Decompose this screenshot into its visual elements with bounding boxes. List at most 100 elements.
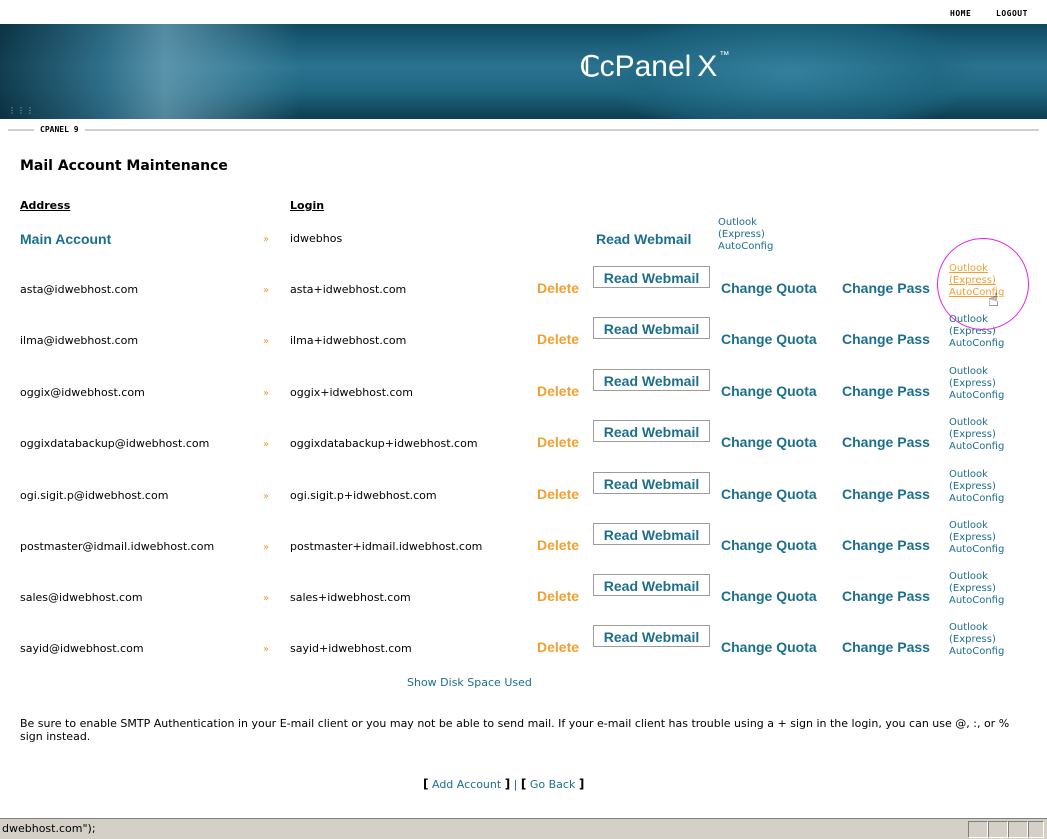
outlook-autoconfig-link[interactable]: Outlook (Express) AutoConfig bbox=[949, 417, 1004, 453]
read-webmail-button[interactable]: Read Webmail bbox=[593, 523, 710, 545]
change-pass-link[interactable]: Change Pass bbox=[842, 331, 930, 347]
main-account-label: Main Account bbox=[20, 231, 112, 247]
account-login: oggixdatabackup+idwebhost.com bbox=[290, 437, 478, 450]
read-webmail-button[interactable]: Read Webmail bbox=[593, 266, 710, 288]
change-pass-link[interactable]: Change Pass bbox=[842, 486, 930, 502]
account-login: sales+idwebhost.com bbox=[290, 591, 411, 604]
account-address: ogi.sigit.p@idwebhost.com bbox=[20, 489, 169, 502]
read-webmail-button[interactable]: Read Webmail bbox=[593, 317, 710, 339]
change-quota-link[interactable]: Change Quota bbox=[721, 434, 817, 450]
cpanel-logo-icon: ℂ bbox=[580, 51, 600, 82]
account-login: postmaster+idmail.idwebhost.com bbox=[290, 540, 483, 553]
change-quota-link[interactable]: Change Quota bbox=[721, 486, 817, 502]
change-quota-link[interactable]: Change Quota bbox=[721, 537, 817, 553]
change-quota-link[interactable]: Change Quota bbox=[721, 639, 817, 655]
status-bar: dwebhost.com"); bbox=[0, 818, 1047, 839]
main-outlook-autoconfig-link[interactable]: Outlook (Express) AutoConfig bbox=[718, 217, 773, 253]
status-cell bbox=[1008, 821, 1028, 838]
change-pass-link[interactable]: Change Pass bbox=[842, 639, 930, 655]
arrow-icon: » bbox=[263, 234, 270, 245]
delete-link[interactable]: Delete bbox=[537, 280, 579, 296]
delete-link[interactable]: Delete bbox=[537, 331, 579, 347]
arrow-icon: » bbox=[263, 336, 270, 347]
change-quota-link[interactable]: Change Quota bbox=[721, 588, 817, 604]
arrow-icon: » bbox=[263, 285, 270, 296]
tab-divider bbox=[8, 129, 1039, 131]
account-row: sayid@idwebhost.com » sayid+idwebhost.com D… bbox=[0, 622, 1047, 675]
main-account-login: idwebhos bbox=[290, 232, 343, 245]
account-row: sales@idwebhost.com » sales+idwebhost.com D… bbox=[0, 571, 1047, 624]
account-row: oggixdatabackup@idwebhost.com » oggixdatab… bbox=[0, 417, 1047, 470]
change-pass-link[interactable]: Change Pass bbox=[842, 434, 930, 450]
add-account-link[interactable]: Add Account bbox=[432, 778, 501, 791]
home-link[interactable]: HOME bbox=[950, 9, 971, 18]
main-read-webmail-link[interactable]: Read Webmail bbox=[596, 231, 691, 247]
arrow-icon: » bbox=[263, 491, 270, 502]
read-webmail-button[interactable]: Read Webmail bbox=[593, 574, 710, 596]
delete-link[interactable]: Delete bbox=[537, 537, 579, 553]
change-pass-link[interactable]: Change Pass bbox=[842, 588, 930, 604]
status-cell bbox=[1028, 821, 1044, 838]
tab-bar: CPANEL 9 bbox=[0, 119, 1047, 143]
change-pass-link[interactable]: Change Pass bbox=[842, 537, 930, 553]
hand-cursor-icon: ☝ bbox=[988, 290, 999, 311]
cpanel-logo: ℂcPanel X ™ bbox=[580, 50, 730, 83]
arrow-icon: » bbox=[263, 593, 270, 604]
account-address: asta@idwebhost.com bbox=[20, 283, 139, 296]
outlook-autoconfig-link[interactable]: Outlook (Express) AutoConfig bbox=[949, 520, 1004, 556]
page-title: Mail Account Maintenance bbox=[20, 158, 228, 174]
arrow-icon: » bbox=[263, 388, 270, 399]
account-login: sayid+idwebhost.com bbox=[290, 642, 412, 655]
banner-building-image bbox=[0, 24, 300, 119]
account-address: sayid@idwebhost.com bbox=[20, 642, 144, 655]
read-webmail-button[interactable]: Read Webmail bbox=[593, 420, 710, 442]
show-disk-space-link[interactable]: Show Disk Space Used bbox=[407, 676, 532, 689]
account-row: asta@idwebhost.com » asta+idwebhost.com Del… bbox=[0, 263, 1047, 316]
bottom-links: [ Add Account ] | [ Go Back ] bbox=[423, 777, 585, 791]
arrow-icon: » bbox=[263, 644, 270, 655]
change-pass-link[interactable]: Change Pass bbox=[842, 383, 930, 399]
tab-cpanel[interactable]: CPANEL 9 bbox=[34, 125, 85, 134]
account-address: oggix@idwebhost.com bbox=[20, 386, 145, 399]
account-row: ogi.sigit.p@idwebhost.com » ogi.sigit.p+id… bbox=[0, 469, 1047, 522]
status-text: dwebhost.com"); bbox=[2, 822, 96, 835]
account-row: postmaster@idmail.idwebhost.com » postmast… bbox=[0, 520, 1047, 573]
go-back-link[interactable]: Go Back bbox=[530, 778, 575, 791]
outlook-autoconfig-link[interactable]: Outlook (Express) AutoConfig bbox=[949, 469, 1004, 505]
outlook-autoconfig-link[interactable]: Outlook (Express) AutoConfig bbox=[949, 366, 1004, 402]
logout-link[interactable]: LOGOUT bbox=[996, 9, 1028, 18]
delete-link[interactable]: Delete bbox=[537, 588, 579, 604]
account-login: oggix+idwebhost.com bbox=[290, 386, 413, 399]
top-nav: HOME LOGOUT bbox=[0, 0, 1047, 24]
status-cell bbox=[968, 821, 988, 838]
delete-link[interactable]: Delete bbox=[537, 383, 579, 399]
column-header-login: Login bbox=[290, 199, 325, 212]
change-quota-link[interactable]: Change Quota bbox=[721, 383, 817, 399]
column-header-address: Address bbox=[20, 199, 71, 212]
arrow-icon: » bbox=[263, 542, 270, 553]
account-address: oggixdatabackup@idwebhost.com bbox=[20, 437, 210, 450]
account-login: ilma+idwebhost.com bbox=[290, 334, 407, 347]
read-webmail-button[interactable]: Read Webmail bbox=[593, 625, 710, 647]
account-address: sales@idwebhost.com bbox=[20, 591, 143, 604]
change-quota-link[interactable]: Change Quota bbox=[721, 280, 817, 296]
delete-link[interactable]: Delete bbox=[537, 486, 579, 502]
read-webmail-button[interactable]: Read Webmail bbox=[593, 369, 710, 391]
header-banner: ⋮⋮⋮ ℂcPanel X ™ bbox=[0, 24, 1047, 119]
account-address: ilma@idwebhost.com bbox=[20, 334, 139, 347]
outlook-autoconfig-link[interactable]: Outlook (Express) AutoConfig bbox=[949, 571, 1004, 607]
outlook-autoconfig-link[interactable]: Outlook (Express) AutoConfig bbox=[949, 622, 1004, 658]
delete-link[interactable]: Delete bbox=[537, 639, 579, 655]
account-login: asta+idwebhost.com bbox=[290, 283, 407, 296]
account-row: oggix@idwebhost.com » oggix+idwebhost.com D… bbox=[0, 366, 1047, 419]
read-webmail-button[interactable]: Read Webmail bbox=[593, 472, 710, 494]
change-quota-link[interactable]: Change Quota bbox=[721, 331, 817, 347]
banner-dots-icon: ⋮⋮⋮ bbox=[8, 106, 35, 115]
change-pass-link[interactable]: Change Pass bbox=[842, 280, 930, 296]
account-login: ogi.sigit.p+idwebhost.com bbox=[290, 489, 437, 502]
delete-link[interactable]: Delete bbox=[537, 434, 579, 450]
status-cell bbox=[988, 821, 1008, 838]
account-address: postmaster@idmail.idwebhost.com bbox=[20, 540, 215, 553]
account-row: ilma@idwebhost.com » ilma+idwebhost.com Del… bbox=[0, 314, 1047, 367]
highlight-circle bbox=[937, 238, 1029, 330]
